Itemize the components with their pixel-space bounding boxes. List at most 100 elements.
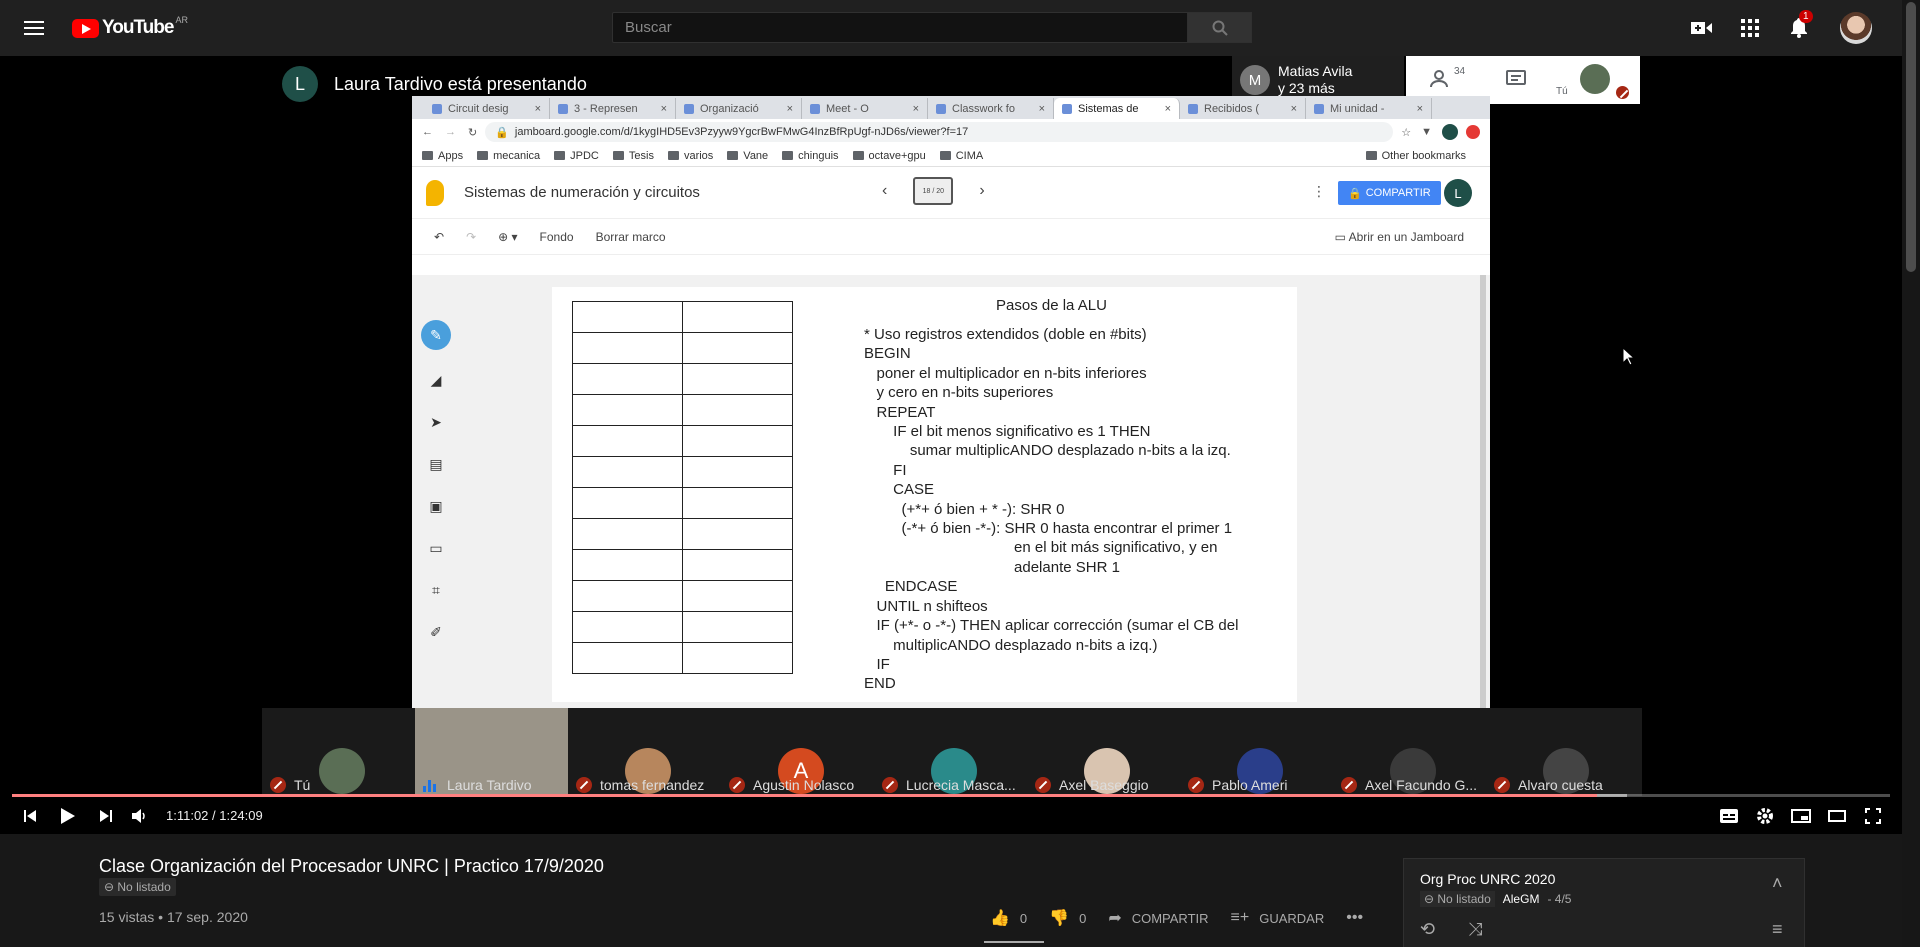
sticky-note-icon[interactable]: ▤ — [424, 452, 448, 476]
participant-tile[interactable]: Tú — [262, 708, 415, 796]
browser-tab[interactable]: 3 - Represen × — [550, 98, 676, 119]
more-actions-button[interactable]: ••• — [1346, 909, 1373, 927]
shuffle-icon[interactable]: ⤨ — [1468, 919, 1482, 940]
bookmark-item[interactable]: Tesis — [612, 150, 654, 162]
previous-icon[interactable] — [22, 806, 38, 826]
video-player[interactable]: L Laura Tardivo está presentando M Matia… — [0, 56, 1902, 834]
other-bookmarks[interactable]: Other bookmarks — [1365, 150, 1466, 162]
prev-frame-icon[interactable]: ‹ — [882, 182, 887, 200]
share-button[interactable]: 🔒 COMPARTIR — [1338, 181, 1441, 205]
url-field[interactable]: 🔒 jamboard.google.com/d/1kygIHD5Ev3Pzyyw… — [485, 122, 1394, 142]
tab-close-icon[interactable]: × — [783, 103, 793, 115]
browser-tab[interactable]: Classwork fo × — [928, 98, 1054, 119]
participant-tile[interactable]: Lucrecia Masca... — [874, 708, 1027, 796]
redo-icon[interactable]: ↷ — [466, 230, 476, 244]
more-vert-icon[interactable]: ⋮ — [1312, 183, 1326, 200]
browser-tab[interactable]: Circuit desig × — [424, 98, 550, 119]
pen-icon[interactable]: ✎ — [421, 320, 451, 350]
miniplayer-icon[interactable] — [1790, 806, 1812, 826]
progress-bar[interactable] — [12, 794, 1890, 797]
theater-mode-icon[interactable] — [1826, 806, 1848, 826]
canvas-scrollbar[interactable] — [1480, 275, 1486, 708]
tab-close-icon[interactable]: × — [1035, 103, 1045, 115]
star-icon[interactable]: ☆ — [1401, 126, 1411, 139]
tab-close-icon[interactable]: × — [1287, 103, 1297, 115]
browser-tab[interactable]: Recibidos (× — [1180, 98, 1306, 119]
notifications-bell-icon[interactable]: 1 — [1787, 10, 1813, 40]
bookmark-item[interactable]: JPDC — [554, 150, 599, 162]
undo-icon[interactable]: ↶ — [434, 230, 444, 244]
like-button[interactable]: 👍 0 — [990, 908, 1027, 928]
participant-tile[interactable]: A Agustin Nolasco — [721, 708, 874, 796]
tab-close-icon[interactable]: × — [909, 103, 919, 115]
open-in-jamboard-button[interactable]: ▭ Abrir en un Jamboard — [1335, 230, 1464, 244]
participant-tile[interactable]: Laura Tardivo — [415, 708, 568, 796]
participant-tile[interactable]: Axel Facundo G... — [1333, 708, 1486, 796]
settings-gear-icon[interactable] — [1754, 806, 1776, 826]
browser-tab[interactable]: Mi unidad - × — [1306, 98, 1432, 119]
subtitles-icon[interactable] — [1718, 806, 1740, 826]
tab-close-icon[interactable]: × — [657, 103, 667, 115]
people-count: 34 — [1454, 66, 1466, 77]
playlist-menu-icon[interactable]: ≡ — [1772, 919, 1783, 940]
clear-frame-button[interactable]: Borrar marco — [596, 230, 666, 244]
zoom-icon[interactable]: ⊕ ▾ — [498, 230, 517, 244]
eraser-icon[interactable]: ◢ — [424, 368, 448, 392]
bookmark-item[interactable]: octave+gpu — [852, 150, 926, 162]
collapse-chevron-icon[interactable]: ˄ — [1772, 873, 1783, 894]
browser-tab[interactable]: Organizació × — [676, 98, 802, 119]
account-avatar[interactable] — [1840, 12, 1872, 44]
bookmark-item[interactable]: chinguis — [782, 150, 839, 162]
loop-icon[interactable]: ⟲ — [1420, 919, 1435, 940]
forward-icon[interactable]: → — [445, 126, 456, 138]
youtube-play-icon — [72, 18, 99, 38]
tab-close-icon[interactable]: × — [531, 103, 541, 115]
browser-tab[interactable]: Sistemas de × — [1054, 98, 1180, 119]
filter-icon[interactable]: ▼ — [1421, 126, 1432, 138]
participant-tile[interactable]: Alvaro cuesta — [1486, 708, 1639, 796]
volume-icon[interactable] — [130, 806, 150, 826]
bookmark-item[interactable]: Vane — [727, 150, 768, 162]
fullscreen-icon[interactable] — [1862, 806, 1884, 826]
search-input[interactable] — [613, 13, 1187, 42]
reload-icon[interactable]: ↻ — [468, 126, 477, 139]
extension-icon[interactable] — [1466, 125, 1480, 139]
jamboard-user-avatar[interactable]: L — [1444, 179, 1472, 207]
bookmark-item[interactable]: Apps — [422, 150, 463, 162]
create-video-icon[interactable] — [1690, 16, 1714, 40]
background-button[interactable]: Fondo — [540, 230, 574, 244]
back-icon[interactable]: ← — [422, 126, 433, 138]
play-icon[interactable] — [58, 806, 78, 826]
frame-indicator[interactable]: 18 / 20 — [913, 177, 954, 205]
search-button[interactable] — [1187, 12, 1252, 43]
laser-icon[interactable]: ✐ — [424, 620, 448, 644]
bookmark-item[interactable]: CIMA — [939, 150, 983, 162]
youtube-logo[interactable]: YouTube AR — [72, 15, 188, 39]
select-icon[interactable]: ➤ — [424, 410, 448, 434]
participant-tile[interactable]: tomas fernandez — [568, 708, 721, 796]
share-video-button[interactable]: ➦ COMPARTIR — [1108, 908, 1208, 928]
participant-tile[interactable]: Pablo Ameri — [1180, 708, 1333, 796]
next-frame-icon[interactable]: › — [979, 182, 984, 200]
scrollbar-thumb[interactable] — [1906, 2, 1916, 272]
menu-icon[interactable] — [22, 17, 46, 39]
dislike-button[interactable]: 👎 0 — [1049, 908, 1086, 928]
participant-tile[interactable]: Axel Baseggio — [1027, 708, 1180, 796]
image-icon[interactable]: ▣ — [424, 494, 448, 518]
save-button[interactable]: ≡+ GUARDAR — [1231, 909, 1325, 927]
next-icon[interactable] — [98, 806, 114, 826]
search-box[interactable] — [612, 12, 1188, 43]
bit-table — [572, 301, 793, 674]
text-box-icon[interactable]: ⌗ — [424, 578, 448, 602]
bookmark-item[interactable]: varios — [667, 150, 713, 162]
bookmark-item[interactable]: mecanica — [477, 150, 540, 162]
page-scrollbar[interactable] — [1902, 0, 1920, 947]
playlist-title[interactable]: Org Proc UNRC 2020 — [1420, 871, 1555, 887]
shape-icon[interactable]: ▭ — [424, 536, 448, 560]
apps-grid-icon[interactable] — [1738, 16, 1762, 40]
tab-close-icon[interactable]: × — [1161, 103, 1171, 115]
tab-close-icon[interactable]: × — [1413, 103, 1423, 115]
profile-icon[interactable] — [1442, 124, 1458, 140]
playlist-owner[interactable]: AleGM — [1503, 892, 1540, 906]
browser-tab[interactable]: Meet - O × — [802, 98, 928, 119]
